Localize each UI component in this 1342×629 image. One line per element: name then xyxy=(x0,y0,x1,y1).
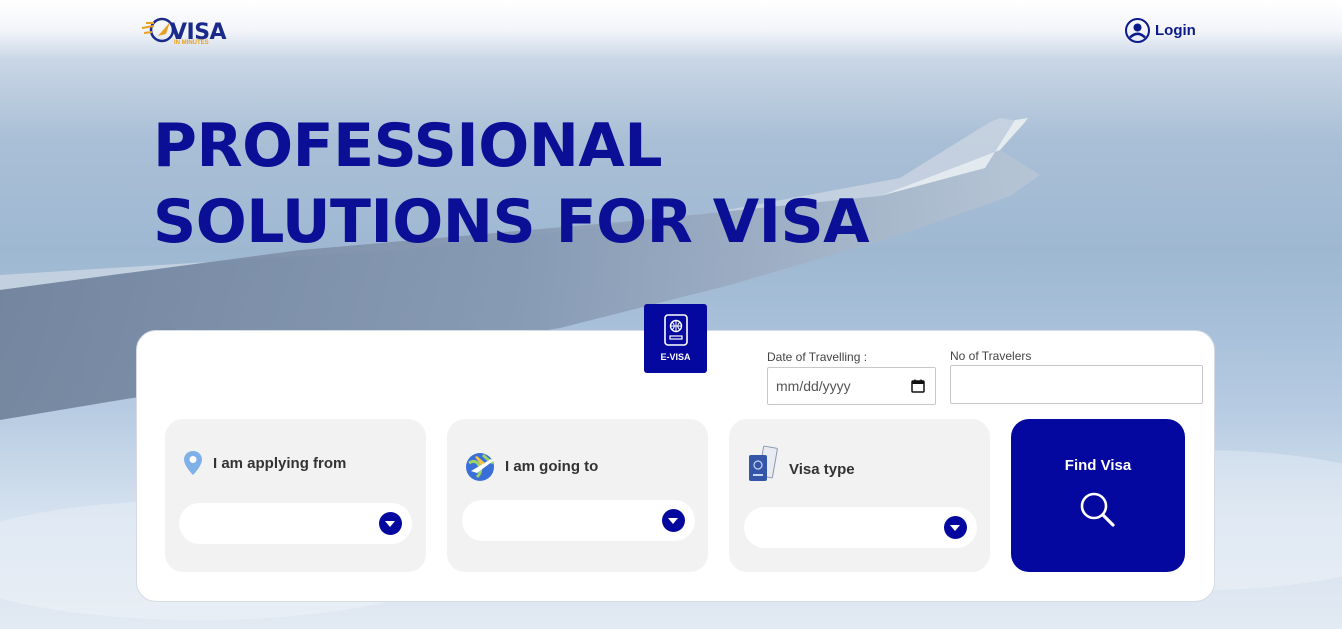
passport-icon xyxy=(663,314,688,346)
going-to-panel: I am going to xyxy=(447,419,708,572)
site-logo[interactable]: VISA IN MINUTES xyxy=(140,10,230,50)
applying-from-header: I am applying from xyxy=(181,449,346,477)
chevron-down-icon[interactable] xyxy=(944,516,967,539)
login-link[interactable]: Login xyxy=(1124,16,1196,44)
tab-e-visa[interactable]: E-VISA xyxy=(644,304,707,373)
going-to-select[interactable] xyxy=(462,500,695,541)
date-of-travel-label: Date of Travelling : xyxy=(767,350,868,364)
visa-type-header: Visa type xyxy=(745,445,855,489)
visa-type-select[interactable] xyxy=(744,507,977,548)
hero-title-line2: SOLUTIONS FOR VISA xyxy=(153,187,870,257)
date-placeholder: mm/dd/yyyy xyxy=(776,378,851,394)
chevron-down-icon[interactable] xyxy=(379,512,402,535)
applying-from-select[interactable] xyxy=(179,503,412,544)
travelers-input[interactable] xyxy=(950,365,1203,404)
hero-title: PROFESSIONAL SOLUTIONS FOR VISA xyxy=(153,108,870,260)
chevron-down-icon[interactable] xyxy=(662,509,685,532)
find-visa-label: Find Visa xyxy=(1064,457,1132,474)
find-visa-button[interactable]: Find Visa xyxy=(1011,419,1185,572)
user-circle-icon xyxy=(1125,17,1150,43)
date-of-travel-input[interactable]: mm/dd/yyyy xyxy=(767,367,936,405)
going-to-header: I am going to xyxy=(463,449,598,483)
travelers-label: No of Travelers xyxy=(950,349,1032,363)
globe-plane-icon xyxy=(466,453,494,481)
visa-type-label: Visa type xyxy=(789,460,855,478)
map-pin-icon xyxy=(184,451,202,475)
passport-documents-icon xyxy=(749,445,778,481)
login-label: Login xyxy=(1155,21,1196,39)
hero-title-line1: PROFESSIONAL xyxy=(153,111,663,181)
applying-from-label: I am applying from xyxy=(213,454,347,472)
top-navigation-bar: VISA IN MINUTES Login xyxy=(0,0,1342,60)
going-to-label: I am going to xyxy=(505,457,599,475)
visa-type-panel: Visa type xyxy=(729,419,990,572)
applying-from-panel: I am applying from xyxy=(165,419,426,572)
calendar-icon[interactable] xyxy=(911,379,925,393)
search-icon xyxy=(1080,492,1115,527)
tab-e-visa-label: E-VISA xyxy=(660,352,691,362)
logo-subtext: IN MINUTES xyxy=(174,40,209,46)
